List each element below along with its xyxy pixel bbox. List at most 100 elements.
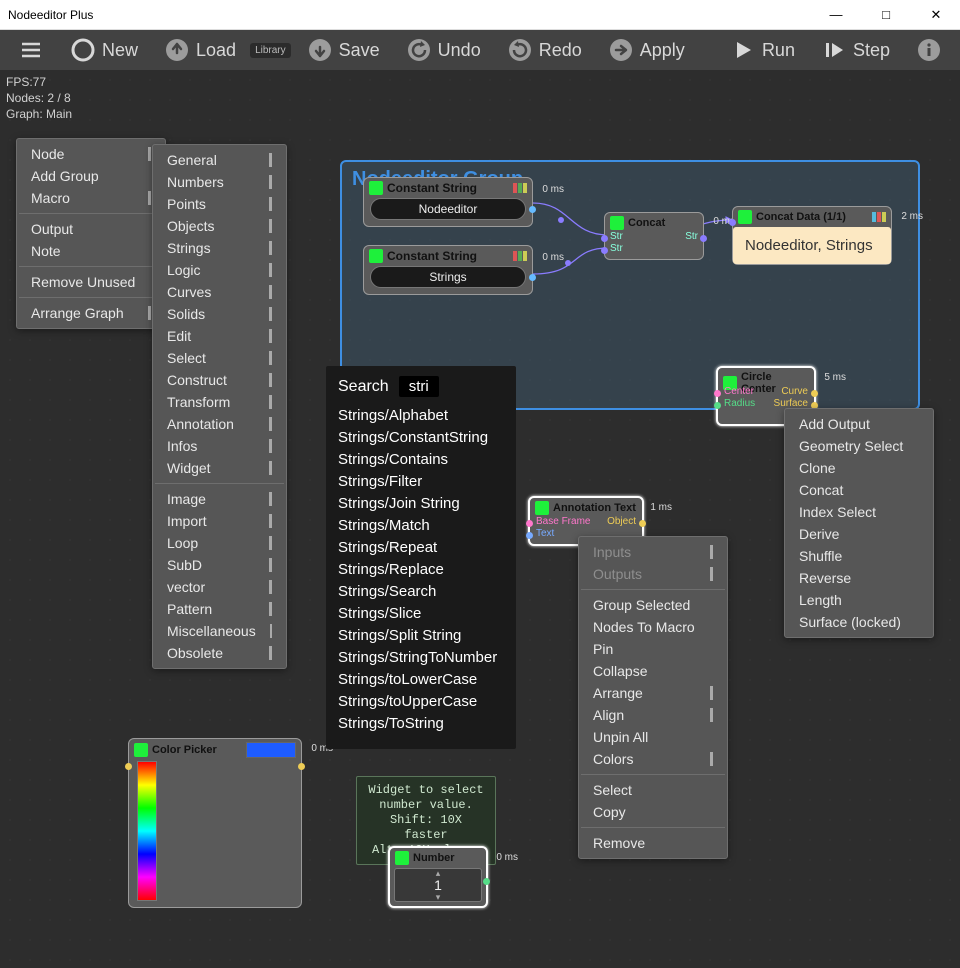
mi-circle-item[interactable]: Clone (785, 457, 933, 479)
mi-circle-item[interactable]: Add Output (785, 413, 933, 435)
mi-annot-item[interactable]: Pin (579, 638, 727, 660)
mi-category[interactable]: Numbers (153, 171, 286, 193)
mi-annot-item[interactable]: Align (579, 704, 727, 726)
mi-category[interactable]: Curves (153, 281, 286, 303)
mi-circle-item[interactable]: Length (785, 589, 933, 611)
mi-category[interactable]: Select (153, 347, 286, 369)
search-result[interactable]: Strings/Filter (338, 471, 504, 493)
context-menu-circle[interactable]: Add OutputGeometry SelectCloneConcatInde… (784, 408, 934, 638)
search-result[interactable]: Strings/Slice (338, 603, 504, 625)
node-concat[interactable]: Concat 0 ms Str Str Str (604, 212, 704, 260)
maximize-button[interactable]: □ (866, 4, 906, 26)
mi-node[interactable]: Node (17, 143, 165, 165)
mi-circle-item[interactable]: Derive (785, 523, 933, 545)
mi-output[interactable]: Output (17, 218, 165, 240)
mi-category[interactable]: Edit (153, 325, 286, 347)
undo-button[interactable]: Undo (396, 33, 491, 67)
run-button[interactable]: Run (720, 33, 805, 67)
library-chip[interactable]: Library (250, 43, 291, 58)
close-button[interactable]: ✕ (916, 4, 956, 26)
mi-category[interactable]: Miscellaneous (153, 620, 286, 642)
mi-annot-item[interactable]: Group Selected (579, 594, 727, 616)
node-number[interactable]: Number 0 ms ▴ 1 ▾ (388, 846, 488, 908)
mi-category[interactable]: Import (153, 510, 286, 532)
search-result[interactable]: Strings/Replace (338, 559, 504, 581)
search-input[interactable]: stri (399, 376, 439, 397)
mi-category[interactable]: Widget (153, 457, 286, 479)
mi-category[interactable]: Transform (153, 391, 286, 413)
node-constant-string-2[interactable]: Constant String Strings 0 ms (363, 245, 533, 295)
search-result[interactable]: Strings/toLowerCase (338, 669, 504, 691)
step-button[interactable]: Step (811, 33, 900, 67)
node-value[interactable]: Strings (370, 266, 526, 288)
mi-circle-item[interactable]: Shuffle (785, 545, 933, 567)
menu-button[interactable] (8, 33, 54, 67)
search-result[interactable]: Strings/Match (338, 515, 504, 537)
mi-category[interactable]: Logic (153, 259, 286, 281)
mi-annot-item[interactable]: Collapse (579, 660, 727, 682)
search-result[interactable]: Strings/toUpperCase (338, 691, 504, 713)
search-panel[interactable]: Search stri Strings/AlphabetStrings/Cons… (326, 366, 516, 749)
search-result[interactable]: Strings/ToString (338, 713, 504, 735)
node-value[interactable]: Nodeeditor (370, 198, 526, 220)
mi-category[interactable]: Pattern (153, 598, 286, 620)
mi-category[interactable]: Image (153, 488, 286, 510)
canvas[interactable]: FPS:77 Nodes: 2 / 8 Graph: Main Nodeedit… (0, 70, 960, 968)
mi-circle-item[interactable]: Geometry Select (785, 435, 933, 457)
search-result[interactable]: Strings/Search (338, 581, 504, 603)
context-menu-annotation[interactable]: InputsOutputs Group SelectedNodes To Macr… (578, 536, 728, 859)
mi-remove-unused[interactable]: Remove Unused (17, 271, 165, 293)
mi-circle-item[interactable]: Surface (locked) (785, 611, 933, 633)
mi-category[interactable]: Points (153, 193, 286, 215)
mi-category[interactable]: Objects (153, 215, 286, 237)
mi-category[interactable]: Loop (153, 532, 286, 554)
mi-note[interactable]: Note (17, 240, 165, 262)
mi-arrange-graph[interactable]: Arrange Graph (17, 302, 165, 324)
mi-circle-item[interactable]: Index Select (785, 501, 933, 523)
apply-button[interactable]: Apply (598, 33, 695, 67)
mi-annot-item[interactable]: Unpin All (579, 726, 727, 748)
mi-category[interactable]: Annotation (153, 413, 286, 435)
mi-circle-item[interactable]: Concat (785, 479, 933, 501)
mi-category[interactable]: vector (153, 576, 286, 598)
mi-annot-head[interactable]: Inputs (579, 541, 727, 563)
hue-bar[interactable] (137, 761, 157, 901)
mi-annot-item[interactable]: Remove (579, 832, 727, 854)
search-result[interactable]: Strings/Alphabet (338, 405, 504, 427)
node-concat-data[interactable]: Concat Data (1/1) Nodeeditor, Strings 2 … (732, 206, 892, 265)
mi-annot-item[interactable]: Colors (579, 748, 727, 770)
mi-category[interactable]: Infos (153, 435, 286, 457)
mi-category[interactable]: Strings (153, 237, 286, 259)
mi-category[interactable]: General (153, 149, 286, 171)
mi-annot-head[interactable]: Outputs (579, 563, 727, 585)
redo-button[interactable]: Redo (497, 33, 592, 67)
mi-add-group[interactable]: Add Group (17, 165, 165, 187)
stepper-down[interactable]: ▾ (395, 893, 481, 901)
mi-macro[interactable]: Macro (17, 187, 165, 209)
mi-category[interactable]: Construct (153, 369, 286, 391)
search-result[interactable]: Strings/StringToNumber (338, 647, 504, 669)
context-menu-categories[interactable]: GeneralNumbersPointsObjectsStringsLogicC… (152, 144, 287, 669)
stepper-up[interactable]: ▴ (395, 869, 481, 877)
info-button[interactable] (906, 33, 952, 67)
node-color-picker[interactable]: Color Picker 0 ms (128, 738, 302, 908)
mi-circle-item[interactable]: Reverse (785, 567, 933, 589)
search-result[interactable]: Strings/Repeat (338, 537, 504, 559)
mi-category[interactable]: SubD (153, 554, 286, 576)
mi-annot-item[interactable]: Arrange (579, 682, 727, 704)
search-result[interactable]: Strings/Join String (338, 493, 504, 515)
minimize-button[interactable]: ― (816, 4, 856, 26)
node-constant-string-1[interactable]: Constant String Nodeeditor 0 ms (363, 177, 533, 227)
mi-annot-item[interactable]: Select (579, 779, 727, 801)
mi-category[interactable]: Obsolete (153, 642, 286, 664)
mi-annot-item[interactable]: Copy (579, 801, 727, 823)
load-button[interactable]: Load (154, 33, 246, 67)
new-button[interactable]: New (60, 33, 148, 67)
search-result[interactable]: Strings/ConstantString (338, 427, 504, 449)
save-button[interactable]: Save (297, 33, 390, 67)
mi-category[interactable]: Solids (153, 303, 286, 325)
context-menu-main[interactable]: Node Add Group Macro Output Note Remove … (16, 138, 166, 329)
search-result[interactable]: Strings/Split String (338, 625, 504, 647)
search-result[interactable]: Strings/Contains (338, 449, 504, 471)
mi-annot-item[interactable]: Nodes To Macro (579, 616, 727, 638)
